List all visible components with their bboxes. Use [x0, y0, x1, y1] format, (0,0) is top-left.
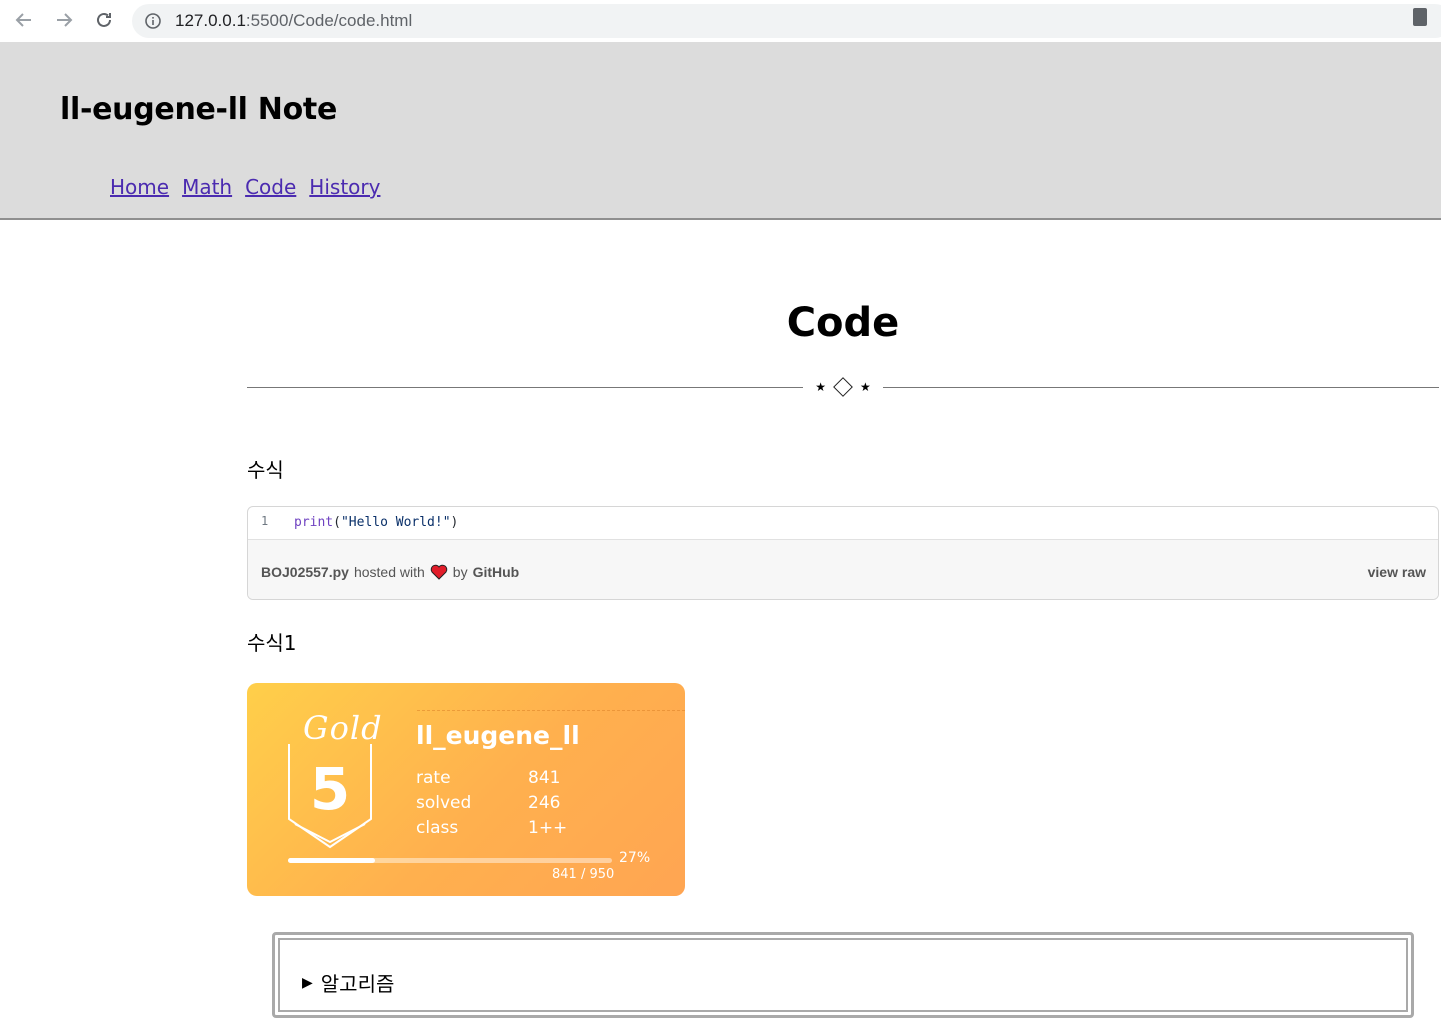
algorithm-details: ▶ 알고리즘	[272, 932, 1414, 1018]
browser-toolbar: 127.0.0.1:5500/Code/code.html	[0, 0, 1441, 42]
hosted-with-text: hosted with	[353, 564, 425, 580]
info-icon	[145, 13, 161, 29]
tier-name: Gold	[303, 709, 383, 747]
stat-value: 1++	[528, 817, 568, 838]
nav-link-home[interactable]: Home	[110, 175, 169, 199]
view-raw-link[interactable]: view raw	[1368, 564, 1426, 580]
progress-fill	[288, 858, 375, 863]
code-paren-open: (	[333, 515, 341, 530]
code-string: "Hello World!"	[340, 515, 451, 530]
site-title: ll-eugene-ll Note	[60, 92, 338, 127]
url-text[interactable]: 127.0.0.1:5500/Code/code.html	[175, 11, 412, 31]
user-handle: ll_eugene_ll	[416, 721, 580, 750]
gist-meta-bar: BOJ02557.py hosted with by GitHub view r…	[248, 540, 1438, 599]
stat-row-solved: solved 246	[416, 790, 567, 815]
arrow-left-icon	[15, 13, 31, 27]
algorithm-details-inner: ▶ 알고리즘	[278, 938, 1408, 1012]
url-path: :5500/Code/code.html	[245, 11, 413, 30]
code-fn: print	[294, 515, 334, 530]
nav-link-code[interactable]: Code	[245, 175, 296, 199]
algorithm-summary-label: 알고리즘	[320, 972, 395, 996]
site-header: ll-eugene-ll Note Home Math Code History	[0, 42, 1441, 220]
progress-percent: 27%	[619, 850, 651, 866]
by-text: by	[452, 564, 468, 580]
address-bar[interactable]: 127.0.0.1:5500/Code/code.html	[132, 4, 1441, 38]
nav-link-math[interactable]: Math	[182, 175, 232, 199]
gist-code-block: 1 print("Hello World!")	[248, 507, 1438, 540]
section-divider: ★ ★	[247, 377, 1439, 404]
heart-icon	[430, 564, 448, 580]
diamond-icon	[833, 377, 853, 397]
stat-row-rate: rate 841	[416, 765, 567, 790]
stat-value: 246	[528, 792, 561, 813]
code-paren-close: )	[450, 515, 459, 530]
github-link[interactable]: GitHub	[473, 564, 520, 580]
arrow-right-icon	[57, 13, 73, 27]
solvedac-profile-badge[interactable]: Gold 5 ll_eugene_ll rate 841 solved 246 cl…	[247, 683, 685, 896]
stat-value: 841	[528, 767, 561, 788]
line-number: 1	[261, 514, 269, 528]
algorithm-summary-toggle[interactable]: ▶ 알고리즘	[302, 968, 394, 997]
gist-meta-info: BOJ02557.py hosted with by GitHub	[261, 564, 519, 580]
gist-filename-link[interactable]: BOJ02557.py	[261, 564, 349, 580]
back-button[interactable]	[12, 8, 36, 32]
stat-row-class: class 1++	[416, 815, 567, 840]
section-label-1: 수식	[247, 458, 284, 482]
tier-level: 5	[309, 755, 351, 823]
nav-link-history[interactable]: History	[309, 175, 380, 199]
star-icon: ★	[815, 380, 826, 394]
star-icon: ★	[860, 380, 871, 394]
divider-line-right	[883, 387, 1439, 388]
divider-line-left	[247, 387, 803, 388]
reload-icon	[97, 12, 111, 27]
page-title: Code	[786, 300, 900, 346]
forward-button[interactable]	[52, 8, 76, 32]
url-host: 127.0.0.1	[175, 11, 246, 30]
disclosure-triangle-icon: ▶	[302, 974, 313, 991]
translate-icon[interactable]	[1413, 8, 1427, 26]
code-line: print("Hello World!")	[294, 515, 458, 530]
site-nav: Home Math Code History	[110, 175, 380, 199]
stat-key: class	[416, 817, 459, 838]
progress-count: 841 / 950	[552, 867, 615, 882]
github-gist-embed: 1 print("Hello World!") BOJ02557.py host…	[247, 506, 1439, 600]
stat-key: rate	[416, 767, 451, 788]
badge-dashed-line	[417, 710, 685, 711]
divider-ornament: ★ ★	[813, 377, 873, 397]
reload-button[interactable]	[92, 8, 116, 32]
section-label-2: 수식1	[247, 631, 297, 655]
user-stats: rate 841 solved 246 class 1++	[416, 765, 567, 840]
stat-key: solved	[416, 792, 472, 813]
